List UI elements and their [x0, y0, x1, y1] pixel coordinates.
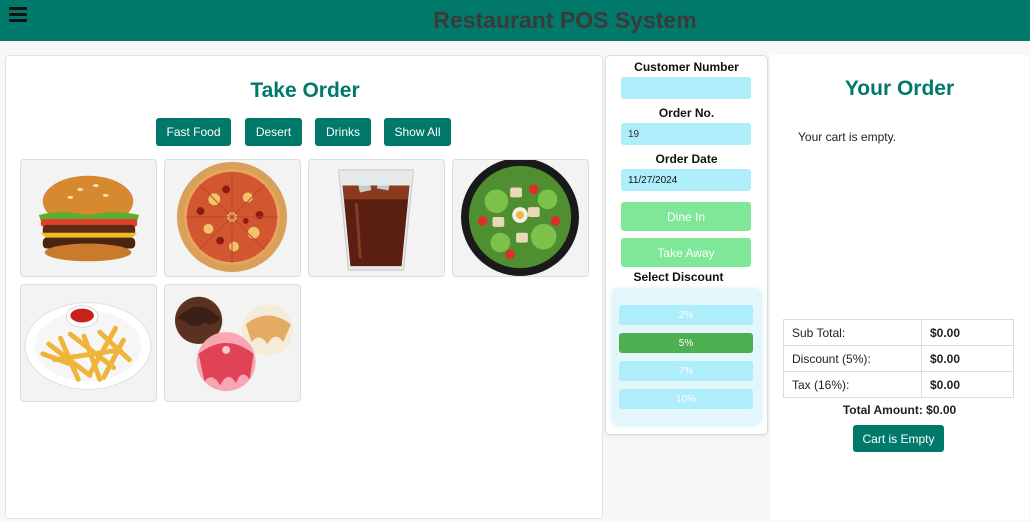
burger-image — [38, 175, 140, 262]
discount-options: 2% 5% 7% 10% — [613, 290, 760, 424]
checkout-button[interactable]: Cart is Empty — [853, 425, 944, 452]
menu-item-burger[interactable] — [20, 159, 157, 277]
discount-value: $0.00 — [921, 345, 1014, 372]
order-no-label: Order No. — [658, 106, 715, 120]
top-bar: Restaurant POS System — [0, 0, 1030, 41]
category-show-all-button[interactable]: Show All — [384, 118, 451, 146]
cola-image — [338, 169, 414, 271]
tax-label: Tax (16%): — [783, 371, 922, 398]
category-drinks-button[interactable]: Drinks — [315, 118, 371, 146]
dine-in-button[interactable]: Dine In — [621, 202, 751, 231]
pizza-image — [176, 161, 288, 273]
customer-number-input[interactable] — [621, 77, 751, 99]
discount-7-button[interactable]: 7% — [619, 361, 753, 381]
app-title: Restaurant POS System — [433, 7, 697, 33]
take-away-button[interactable]: Take Away — [621, 238, 751, 267]
menu-item-french-fries[interactable] — [20, 284, 157, 402]
table-row: Sub Total: $0.00 — [783, 319, 1014, 346]
menu-item-cola[interactable] — [308, 159, 445, 277]
take-order-title: Take Order — [250, 79, 360, 102]
table-row: Discount (5%): $0.00 — [783, 345, 1014, 372]
subtotal-label: Sub Total: — [783, 319, 922, 346]
tax-value: $0.00 — [921, 371, 1014, 398]
discount-2-button[interactable]: 2% — [619, 305, 753, 325]
order-date-label: Order Date — [655, 152, 718, 166]
discount-10-button[interactable]: 10% — [619, 389, 753, 409]
category-desert-button[interactable]: Desert — [245, 118, 302, 146]
select-discount-label: Select Discount — [633, 270, 724, 284]
discount-label: Discount (5%): — [783, 345, 922, 372]
totals-table: Sub Total: $0.00 Discount (5%): $0.00 Ta… — [783, 319, 1014, 398]
table-row: Tax (16%): $0.00 — [783, 371, 1014, 398]
ice-cream-image — [174, 296, 293, 392]
category-fast-food-button[interactable]: Fast Food — [156, 118, 231, 146]
salad-image — [461, 160, 579, 276]
menu-item-ice-cream[interactable] — [164, 284, 301, 402]
menu-item-pizza[interactable] — [164, 159, 301, 277]
customer-number-label: Customer Number — [634, 60, 739, 74]
menu-item-salad[interactable] — [452, 159, 589, 277]
order-no-input[interactable]: 19 — [621, 123, 751, 145]
french-fries-image — [24, 302, 152, 390]
cart-empty-message: Your cart is empty. — [798, 130, 897, 144]
discount-5-button[interactable]: 5% — [619, 333, 753, 353]
your-order-panel: Your Order Your cart is empty. Sub Total… — [770, 55, 1029, 520]
order-form-panel: Customer Number Order No. 19 Order Date … — [605, 55, 768, 435]
take-order-panel: Take Order Fast Food Desert Drinks Show … — [5, 55, 603, 519]
total-amount: Total Amount: $0.00 — [842, 403, 957, 417]
your-order-title: Your Order — [844, 77, 955, 100]
subtotal-value: $0.00 — [921, 319, 1014, 346]
order-date-input[interactable]: 11/27/2024 — [621, 169, 751, 191]
